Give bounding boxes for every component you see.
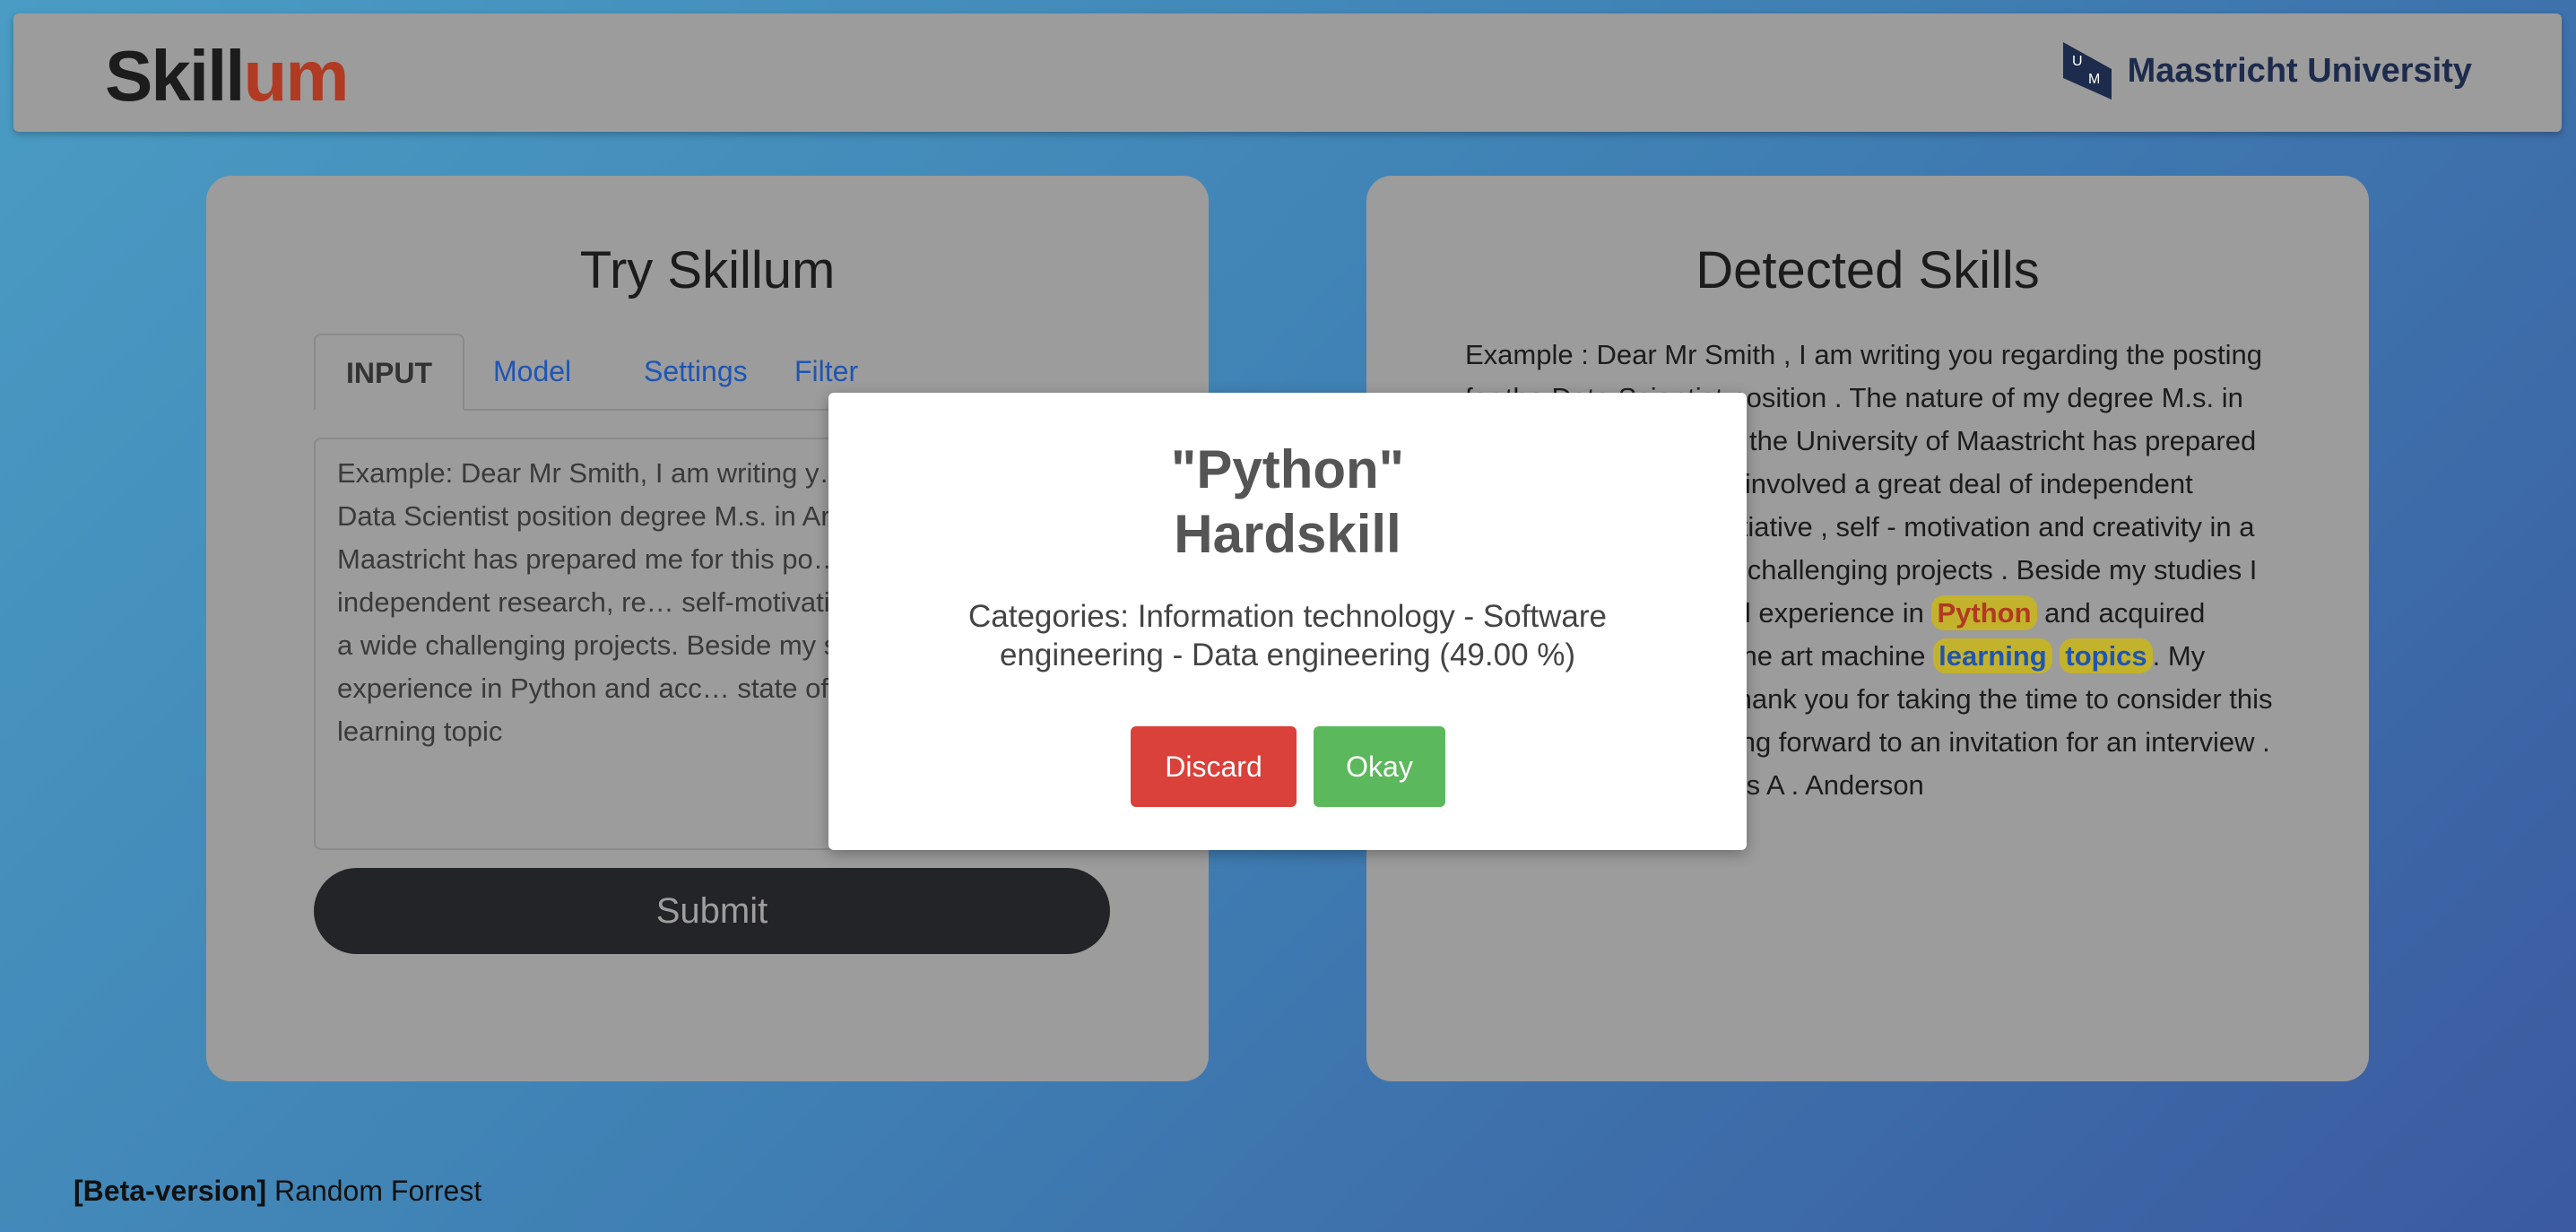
tab-input[interactable]: INPUT (314, 334, 464, 411)
okay-button[interactable]: Okay (1314, 726, 1445, 807)
svg-text:M: M (2088, 72, 2100, 87)
modal-categories: Categories: Information technology - Sof… (967, 599, 1608, 672)
um-emblem-icon: U M (2062, 42, 2112, 100)
footer-version-info: [Beta-version] Random Forrest (74, 1175, 481, 1208)
tab-settings[interactable]: Settings (615, 334, 776, 409)
try-skillum-title: Try Skillum (579, 241, 836, 299)
skill-detail-modal: "Python" Hardskill Categories: Informati… (828, 393, 1747, 850)
detected-skills-title: Detected Skills (1696, 241, 2040, 299)
model-name: Random Forrest (274, 1175, 482, 1207)
submit-button[interactable]: Submit (314, 868, 1110, 954)
skillum-logo[interactable]: Skillum (105, 40, 350, 112)
top-navbar: Skillum U M Maastricht University (13, 13, 2562, 132)
skill-highlight-topics[interactable]: topics (2060, 638, 2153, 673)
logo-text-accent: um (243, 36, 350, 116)
modal-skill-name: "Python" (1170, 439, 1405, 499)
skill-highlight-learning[interactable]: learning (1933, 638, 2052, 673)
skill-highlight-python[interactable]: Python (1931, 595, 2037, 630)
logo-text-main: Skill (105, 36, 246, 116)
svg-text:U: U (2072, 54, 2083, 69)
modal-skill-type: Hardskill (1174, 504, 1401, 564)
discard-button[interactable]: Discard (1131, 726, 1297, 807)
tab-model[interactable]: Model (464, 334, 600, 409)
beta-version-label: [Beta-version] (74, 1175, 267, 1207)
maastricht-university-logo[interactable]: U M Maastricht University (2062, 42, 2472, 100)
university-name: Maastricht University (2127, 51, 2472, 90)
